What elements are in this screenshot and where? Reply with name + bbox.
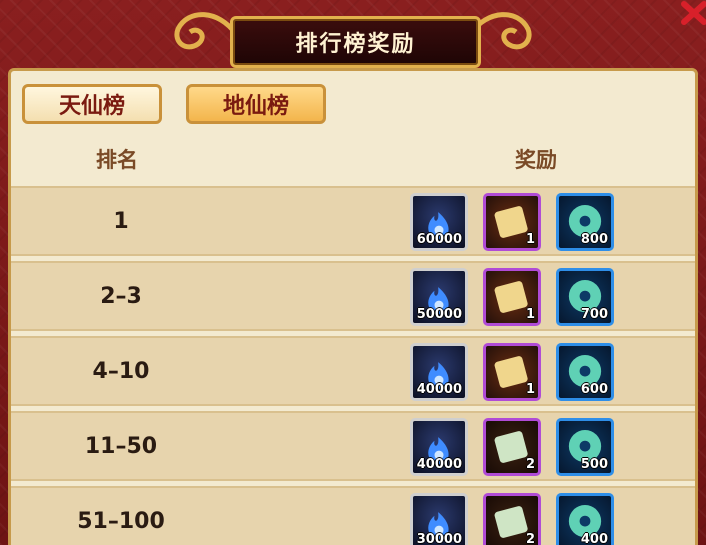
reward-qty: 40000 xyxy=(416,457,462,472)
rank-value: 11–50 xyxy=(84,433,158,459)
reward-item-spirit-fire[interactable]: 40000 xyxy=(410,418,468,476)
reward-qty: 40000 xyxy=(416,382,462,397)
reward-item-spirit-fire[interactable]: 60000 xyxy=(410,193,468,251)
reward-item-jade[interactable]: 800 xyxy=(556,193,614,251)
table-row: 2–3 50000 1 700 xyxy=(11,261,695,331)
reward-item-jade[interactable]: 700 xyxy=(556,268,614,326)
reward-qty: 50000 xyxy=(416,307,462,322)
table-row: 4–10 40000 1 600 xyxy=(11,336,695,406)
rank-header: 排名 xyxy=(96,148,138,172)
reward-qty: 1 xyxy=(525,232,535,247)
reward-item-scroll[interactable]: 1 xyxy=(483,193,541,251)
tab-dixian-label: 地仙榜 xyxy=(222,94,289,119)
page-title: 排行榜奖励 xyxy=(295,32,416,57)
reward-item-jade[interactable]: 500 xyxy=(556,418,614,476)
reward-item-scroll[interactable]: 2 xyxy=(483,493,541,545)
reward-qty: 600 xyxy=(580,382,608,397)
tab-dixian[interactable]: 地仙榜 xyxy=(186,84,326,124)
reward-qty: 800 xyxy=(580,232,608,247)
reward-qty: 1 xyxy=(525,382,535,397)
reward-qty: 700 xyxy=(580,307,608,322)
reward-item-jade[interactable]: 600 xyxy=(556,343,614,401)
reward-item-jade[interactable]: 400 xyxy=(556,493,614,545)
reward-qty: 2 xyxy=(525,532,535,545)
reward-window: 排行榜奖励 天仙榜 地仙榜 排名 奖励 1 60000 1 800 2–3 50… xyxy=(0,0,706,545)
table-row: 1 60000 1 800 xyxy=(11,186,695,256)
reward-header: 奖励 xyxy=(515,148,557,172)
rank-value: 51–100 xyxy=(77,508,165,534)
table-row: 11–50 40000 2 500 xyxy=(11,411,695,481)
reward-qty: 1 xyxy=(525,307,535,322)
ornament-left-icon xyxy=(174,12,238,50)
reward-item-spirit-fire[interactable]: 50000 xyxy=(410,268,468,326)
reward-qty: 60000 xyxy=(416,232,462,247)
reward-item-scroll[interactable]: 2 xyxy=(483,418,541,476)
close-icon[interactable] xyxy=(674,0,706,32)
title-plate: 排行榜奖励 xyxy=(230,16,481,68)
tab-tianxian[interactable]: 天仙榜 xyxy=(22,84,162,124)
reward-qty: 30000 xyxy=(416,532,462,545)
reward-qty: 400 xyxy=(580,532,608,545)
reward-item-scroll[interactable]: 1 xyxy=(483,268,541,326)
reward-item-spirit-fire[interactable]: 40000 xyxy=(410,343,468,401)
table-row: 51–100 30000 2 400 xyxy=(11,486,695,545)
reward-qty: 500 xyxy=(580,457,608,472)
rank-value: 2–3 xyxy=(100,283,142,309)
reward-item-spirit-fire[interactable]: 30000 xyxy=(410,493,468,545)
tab-tianxian-label: 天仙榜 xyxy=(58,94,125,119)
rank-value: 1 xyxy=(113,208,129,234)
reward-item-scroll[interactable]: 1 xyxy=(483,343,541,401)
rank-value: 4–10 xyxy=(92,358,150,384)
reward-qty: 2 xyxy=(525,457,535,472)
